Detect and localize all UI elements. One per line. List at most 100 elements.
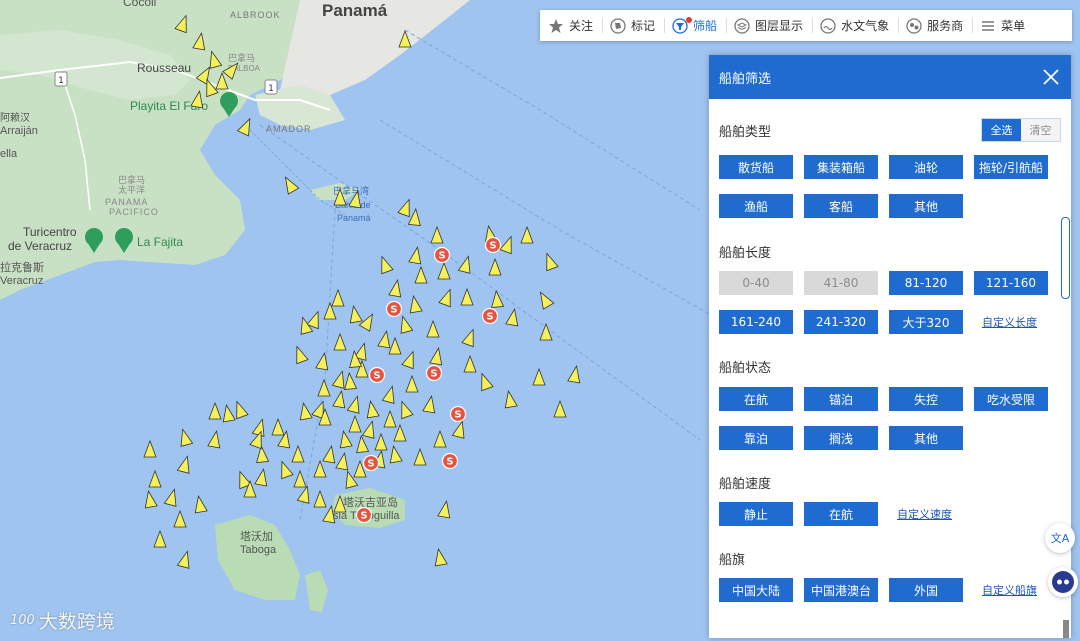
station-marker[interactable]: S bbox=[481, 307, 499, 325]
length-81-120-button[interactable]: 81-120 bbox=[889, 271, 963, 295]
svg-text:PACIFICO: PACIFICO bbox=[109, 207, 159, 217]
station-marker[interactable]: S bbox=[362, 454, 380, 472]
status-other-button[interactable]: 其他 bbox=[889, 426, 963, 450]
station-marker[interactable]: S bbox=[433, 246, 451, 264]
type-tug-button[interactable]: 拖轮/引航船 bbox=[974, 155, 1048, 179]
station-marker[interactable]: S bbox=[385, 300, 403, 318]
speed-underway-button[interactable]: 在航 bbox=[804, 502, 878, 526]
flag-foreign-button[interactable]: 外国 bbox=[889, 578, 963, 602]
svg-text:1: 1 bbox=[58, 76, 64, 86]
svg-text:Turicentro: Turicentro bbox=[23, 225, 77, 239]
svg-text:巴拿马: 巴拿马 bbox=[118, 174, 145, 185]
svg-text:PANAMA: PANAMA bbox=[105, 197, 148, 207]
assistant-button[interactable] bbox=[1048, 567, 1078, 597]
layers-icon bbox=[734, 17, 750, 34]
station-marker[interactable]: S bbox=[355, 506, 373, 524]
length-161-240-button[interactable]: 161-240 bbox=[719, 310, 793, 334]
star-icon bbox=[549, 18, 563, 33]
toolbar-follow-label: 关注 bbox=[569, 19, 594, 33]
type-fishing-button[interactable]: 渔船 bbox=[719, 194, 793, 218]
section-ship-length: 船舶长度 bbox=[719, 242, 1064, 261]
station-letter: S bbox=[489, 241, 496, 252]
station-marker[interactable]: S bbox=[368, 366, 386, 384]
station-letter: S bbox=[390, 305, 397, 316]
type-bulk-button[interactable]: 散货船 bbox=[719, 155, 793, 179]
panel-scrollbar[interactable] bbox=[1061, 217, 1070, 299]
svg-text:Panamá: Panamá bbox=[322, 1, 388, 20]
length-over-320-button[interactable]: 大于320 bbox=[889, 310, 963, 334]
svg-text:拉克鲁斯: 拉克鲁斯 bbox=[0, 260, 44, 274]
toolbar-weather[interactable]: 水文气象 bbox=[812, 10, 898, 41]
toolbar-weather-label: 水文气象 bbox=[841, 19, 890, 33]
toolbar-mark-label: 标记 bbox=[631, 19, 656, 33]
watermark-logo: 100 bbox=[10, 613, 35, 628]
svg-text:Taboga: Taboga bbox=[240, 544, 277, 556]
svg-text:Panamá: Panamá bbox=[337, 213, 371, 223]
ship-length-row-1: 0-40 41-80 81-120 121-160 bbox=[719, 271, 1064, 295]
status-aground-button[interactable]: 搁浅 bbox=[804, 426, 878, 450]
toolbar-follow[interactable]: 关注 bbox=[540, 10, 602, 41]
length-241-320-button[interactable]: 241-320 bbox=[804, 310, 878, 334]
custom-speed-link[interactable]: 自定义速度 bbox=[897, 506, 952, 522]
station-marker[interactable]: S bbox=[425, 364, 443, 382]
speed-stationary-button[interactable]: 静止 bbox=[719, 502, 793, 526]
status-moored-button[interactable]: 靠泊 bbox=[719, 426, 793, 450]
svg-text:阿赖汉: 阿赖汉 bbox=[0, 112, 30, 124]
notification-dot bbox=[686, 17, 693, 23]
station-letter: S bbox=[454, 410, 461, 421]
close-icon[interactable] bbox=[1041, 67, 1061, 87]
station-marker[interactable]: S bbox=[449, 405, 467, 423]
svg-text:太平洋: 太平洋 bbox=[118, 184, 145, 195]
length-121-160-button[interactable]: 121-160 bbox=[974, 271, 1048, 295]
ship-type-row-2: 渔船 客船 其他 bbox=[719, 194, 1064, 218]
status-anchored-button[interactable]: 锚泊 bbox=[804, 387, 878, 411]
toolbar-menu[interactable]: 菜单 bbox=[972, 10, 1034, 41]
section-title: 船舶长度 bbox=[719, 246, 772, 261]
svg-text:ALBROOK: ALBROOK bbox=[230, 10, 281, 20]
translate-button[interactable]: 文A bbox=[1045, 523, 1075, 553]
length-41-80-button[interactable]: 41-80 bbox=[804, 271, 878, 295]
section-ship-type: 船舶类型 bbox=[719, 121, 1064, 140]
toolbar-filter-label: 筛船 bbox=[693, 19, 718, 33]
svg-text:La Fajita: La Fajita bbox=[137, 235, 183, 249]
status-underway-button[interactable]: 在航 bbox=[719, 387, 793, 411]
svg-text:塔沃吉亚岛: 塔沃吉亚岛 bbox=[343, 495, 398, 509]
translate-icon: 文A bbox=[1050, 532, 1070, 545]
custom-length-link[interactable]: 自定义长度 bbox=[982, 314, 1037, 330]
station-marker[interactable]: S bbox=[441, 452, 459, 470]
custom-flag-link[interactable]: 自定义船旗 bbox=[982, 582, 1037, 598]
svg-text:Rousseau: Rousseau bbox=[137, 61, 191, 75]
type-passenger-button[interactable]: 客船 bbox=[804, 194, 878, 218]
toolbar-layers[interactable]: 图层显示 bbox=[726, 10, 812, 41]
station-marker[interactable]: S bbox=[484, 236, 502, 254]
station-letter: S bbox=[438, 251, 445, 262]
station-letter: S bbox=[360, 511, 367, 522]
panel-title: 船舶筛选 bbox=[719, 71, 772, 87]
watermark-text: 大数跨境 bbox=[38, 611, 115, 633]
status-draft-restricted-button[interactable]: 吃水受限 bbox=[974, 387, 1048, 411]
section-ship-status: 船舶状态 bbox=[719, 357, 1064, 376]
ship-flag-row: 中国大陆 中国港澳台 外国 自定义船旗 bbox=[719, 578, 1064, 602]
length-0-40-button[interactable]: 0-40 bbox=[719, 271, 793, 295]
toolbar-mark[interactable]: 标记 bbox=[602, 10, 664, 41]
flag-mainland-china-button[interactable]: 中国大陆 bbox=[719, 578, 793, 602]
toolbar-filter-ships[interactable]: 筛船 bbox=[664, 10, 726, 41]
toolbar-service[interactable]: 服务商 bbox=[898, 10, 972, 41]
svg-text:de Veracruz: de Veracruz bbox=[8, 239, 72, 253]
ship-filter-panel: 船舶筛选 全选 清空 船舶类型 散货船 集装箱船 油轮 拖轮/引航船 渔船 客船… bbox=[709, 55, 1071, 638]
type-tanker-button[interactable]: 油轮 bbox=[889, 155, 963, 179]
station-letter: S bbox=[446, 457, 453, 468]
section-title: 船舶速度 bbox=[719, 477, 772, 492]
svg-text:1: 1 bbox=[268, 84, 274, 94]
type-other-button[interactable]: 其他 bbox=[889, 194, 963, 218]
flag-hk-macao-taiwan-button[interactable]: 中国港澳台 bbox=[804, 578, 878, 602]
ship-length-row-2: 161-240 241-320 大于320 自定义长度 bbox=[719, 310, 1064, 334]
map-toolbar: 关注 标记 筛船 图层显示 水文气象 服务商 菜单 bbox=[540, 10, 1072, 41]
type-container-button[interactable]: 集装箱船 bbox=[804, 155, 878, 179]
panel-scrollbar-end[interactable] bbox=[1063, 620, 1069, 638]
section-title: 船舶状态 bbox=[719, 361, 772, 376]
weather-icon bbox=[820, 17, 836, 34]
status-not-under-command-button[interactable]: 失控 bbox=[889, 387, 963, 411]
section-title: 船旗 bbox=[719, 553, 746, 568]
svg-text:Veracruz: Veracruz bbox=[0, 275, 43, 287]
